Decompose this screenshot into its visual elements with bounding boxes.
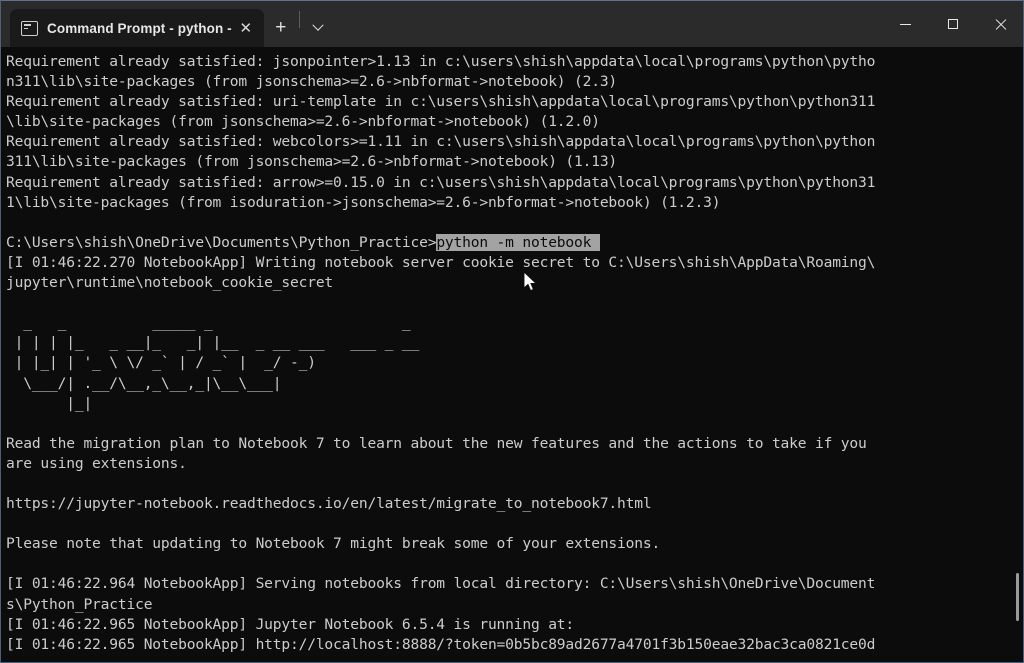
output-line: Requirement already satisfied: jsonpoint… [6, 53, 876, 70]
output-line: [I 01:46:22.964 NotebookApp] Serving not… [6, 575, 876, 593]
title-bar[interactable]: Command Prompt - python - ✕ + [1, 1, 1023, 47]
terminal-output[interactable]: Requirement already satisfied: jsonpoint… [1, 47, 1023, 662]
maximize-button[interactable] [929, 1, 976, 47]
output-line: 311\lib\site-packages (from jsonschema>=… [6, 153, 618, 171]
output-line: \lib\site-packages (from jsonschema>=2.6… [6, 113, 600, 131]
minimize-icon [900, 23, 911, 25]
output-line: Requirement already satisfied: arrow>=0.… [6, 173, 876, 191]
prompt-path: C:\Users\shish\OneDrive\Documents\Python… [6, 233, 437, 251]
jupyter-ascii-art-line: \___/| .__/\__,_\__,_|\__\___| [6, 374, 282, 392]
tab-strip: Command Prompt - python - ✕ + [1, 1, 335, 47]
output-line: [I 01:46:22.270 NotebookApp] Writing not… [6, 253, 876, 271]
command-prompt-line: C:\Users\shish\OneDrive\Documents\Python… [6, 233, 1023, 253]
window-controls [882, 1, 1023, 47]
output-line: [I 01:46:22.965 NotebookApp] Jupyter Not… [6, 615, 575, 633]
migration-notice-line: are using extensions. [6, 454, 187, 472]
output-line: Requirement already satisfied: uri-templ… [6, 93, 876, 111]
close-tab-icon[interactable]: ✕ [232, 14, 260, 42]
new-tab-button[interactable]: + [264, 9, 298, 47]
selected-command-text[interactable]: python -m notebook [436, 233, 600, 251]
output-line: 1\lib\site-packages (from isoduration->j… [6, 193, 721, 211]
terminal-window: Command Prompt - python - ✕ + Requiremen… [0, 0, 1024, 663]
close-icon [994, 18, 1006, 30]
extension-warning-line: Please note that updating to Notebook 7 … [6, 535, 661, 553]
minimize-button[interactable] [882, 1, 929, 47]
server-url-line[interactable]: [I 01:46:22.965 NotebookApp] http://loca… [6, 635, 1023, 655]
console-icon [21, 20, 38, 36]
tab-command-prompt[interactable]: Command Prompt - python - ✕ [10, 9, 264, 47]
maximize-icon [947, 19, 958, 29]
tab-title: Command Prompt - python - [47, 20, 232, 36]
migration-doc-url[interactable]: https://jupyter-notebook.readthedocs.io/… [6, 494, 1023, 514]
migration-notice-line: Read the migration plan to Notebook 7 to… [6, 434, 867, 452]
close-window-button[interactable] [976, 1, 1023, 47]
output-line: s\Python_Practice [6, 595, 153, 613]
output-line: n311\lib\site-packages (from jsonschema>… [6, 73, 618, 91]
jupyter-ascii-art-line: |_| [6, 394, 93, 412]
tab-dropdown-button[interactable] [301, 9, 335, 47]
output-line: jupyter\runtime\notebook_cookie_secret [6, 274, 334, 292]
tab-divider [298, 11, 300, 28]
scrollbar-thumb[interactable] [1016, 573, 1019, 621]
jupyter-ascii-art-line: | |_| | '_ \ \/ _` | / _` | _/ -_) [6, 354, 316, 372]
jupyter-ascii-art-line: | | | |_ _ __|_ _| |__ _ __ ___ ___ _ __ [6, 334, 420, 352]
jupyter-ascii-art-line: _ _ _____ _ _ [6, 314, 411, 332]
chevron-down-icon [312, 19, 324, 31]
terminal-scrollbar[interactable] [1013, 47, 1021, 662]
output-line: Requirement already satisfied: webcolors… [6, 133, 876, 151]
